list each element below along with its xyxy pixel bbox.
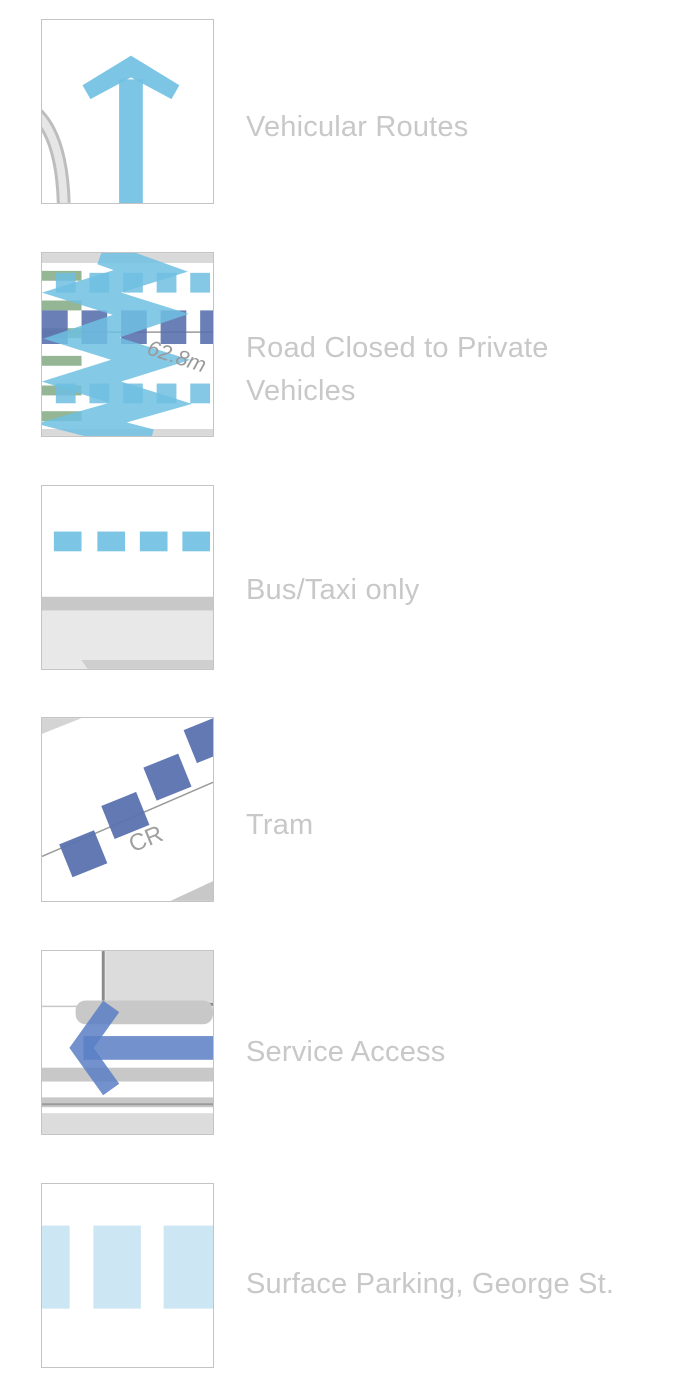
- surface-parking-icon: [41, 1183, 214, 1368]
- legend-label-line2: Vehicles: [246, 375, 356, 407]
- tram-squares-icon: CR: [41, 717, 214, 902]
- legend-label: Tram: [246, 809, 314, 841]
- service-access-arrow-icon: [41, 950, 214, 1135]
- vehicular-routes-arrow-icon: [41, 19, 214, 204]
- legend-label: Vehicular Routes: [246, 111, 469, 143]
- legend-label: Bus/Taxi only: [246, 574, 420, 606]
- legend-label: Surface Parking, George St.: [246, 1268, 615, 1300]
- legend-label: Service Access: [246, 1036, 446, 1068]
- road-closed-icon: 62.8m: [41, 252, 214, 437]
- bus-taxi-dashed-line-icon: [41, 485, 214, 670]
- legend-label-line1: Road Closed to Private: [246, 332, 549, 364]
